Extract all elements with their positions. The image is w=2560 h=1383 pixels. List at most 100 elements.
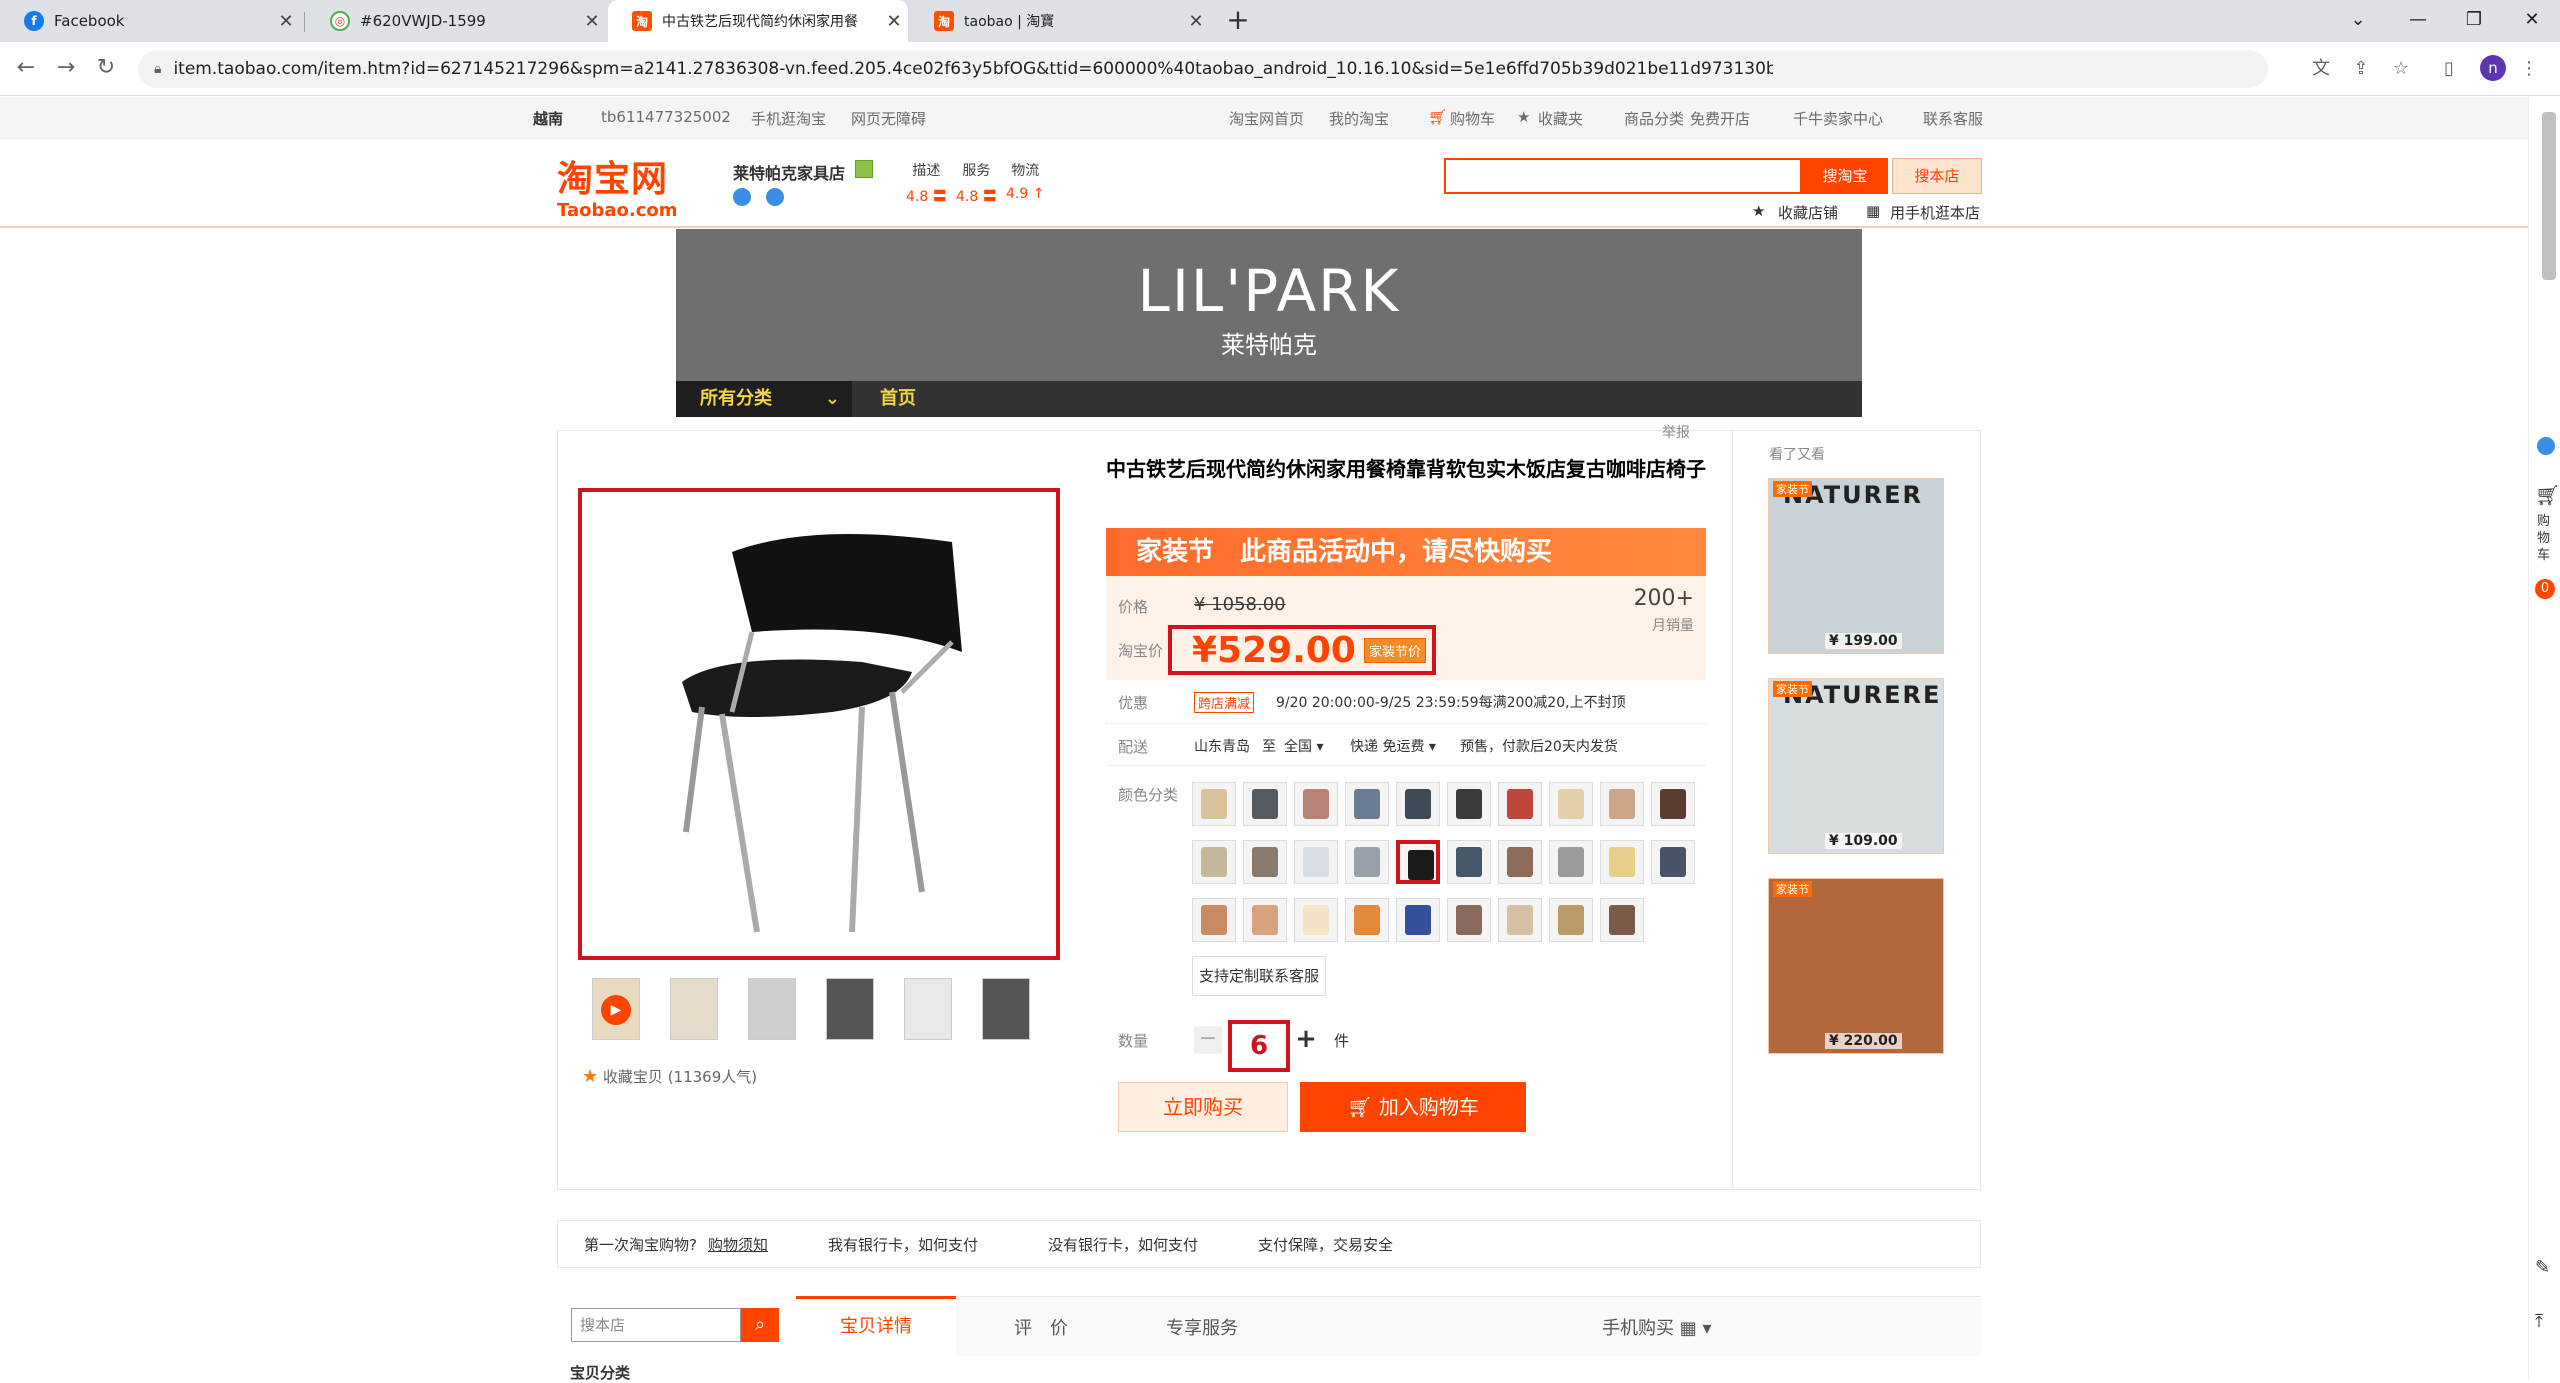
- main-product-image[interactable]: [578, 488, 1060, 960]
- feedback-icon[interactable]: ✎: [2535, 1257, 2550, 1278]
- color-swatch[interactable]: [1294, 782, 1338, 826]
- side-cart-label[interactable]: 购物车: [2537, 513, 2553, 564]
- color-swatch[interactable]: [1243, 782, 1287, 826]
- shopping-guide-link[interactable]: 购物须知: [708, 1234, 768, 1255]
- tab-service[interactable]: 专享服务: [1166, 1314, 1238, 1340]
- new-tab-button[interactable]: +: [1222, 4, 1254, 36]
- tab-search-icon[interactable]: ⌄: [2330, 0, 2386, 40]
- tab-facebook[interactable]: f Facebook ✕: [0, 0, 300, 42]
- seller-center-link[interactable]: 千牛卖家中心: [1793, 108, 1883, 129]
- side-panel-icon[interactable]: ▯: [2436, 56, 2462, 82]
- accessibility-link[interactable]: 网页无障碍: [851, 108, 926, 129]
- color-swatch[interactable]: [1498, 840, 1542, 884]
- color-swatch[interactable]: [1498, 782, 1542, 826]
- search-input[interactable]: [1444, 158, 1802, 194]
- color-swatch[interactable]: [1447, 840, 1491, 884]
- color-swatch[interactable]: [1345, 782, 1389, 826]
- cart-link[interactable]: 购物车: [1450, 108, 1495, 129]
- shop-name[interactable]: 莱特帕克家具店: [733, 160, 845, 184]
- have-card-link[interactable]: 我有银行卡，如何支付: [828, 1234, 978, 1255]
- buy-now-button[interactable]: 立即购买: [1118, 1082, 1288, 1132]
- color-swatch[interactable]: [1651, 840, 1695, 884]
- favorites-link[interactable]: 收藏夹: [1538, 108, 1583, 129]
- report-link[interactable]: 举报: [1662, 422, 1690, 442]
- color-swatch[interactable]: [1498, 898, 1542, 942]
- quantity-decrease-button[interactable]: −: [1194, 1026, 1222, 1054]
- scrollbar-thumb[interactable]: [2542, 112, 2556, 280]
- custom-service-button[interactable]: 支持定制联系客服: [1192, 956, 1326, 996]
- favorite-shop-link[interactable]: 收藏店铺: [1778, 202, 1838, 223]
- close-icon[interactable]: ✕: [880, 11, 908, 32]
- ship-to-select[interactable]: 全国 ▾: [1284, 736, 1323, 756]
- profile-avatar[interactable]: n: [2480, 55, 2506, 81]
- open-shop-link[interactable]: 免费开店: [1690, 108, 1750, 129]
- reload-icon[interactable]: ↻: [92, 54, 120, 82]
- close-icon[interactable]: ✕: [272, 11, 300, 32]
- color-swatch[interactable]: [1192, 898, 1236, 942]
- thumbnail-video[interactable]: ▶: [592, 978, 640, 1040]
- search-taobao-button[interactable]: 搜淘宝: [1802, 158, 1888, 194]
- close-window-icon[interactable]: ✕: [2504, 0, 2560, 40]
- restore-icon[interactable]: ❐: [2446, 0, 2502, 40]
- color-swatch[interactable]: [1600, 840, 1644, 884]
- recommend-item[interactable]: 家装节 ¥ 220.00: [1768, 878, 1944, 1054]
- back-icon[interactable]: ←: [12, 54, 40, 82]
- tab-ticket[interactable]: ◎ #620VWJD-1599 ✕: [306, 0, 606, 42]
- color-swatch[interactable]: [1447, 898, 1491, 942]
- tab-detail[interactable]: 宝贝详情: [796, 1296, 956, 1356]
- nav-home[interactable]: 首页: [880, 381, 916, 417]
- recommend-item[interactable]: NATURER 家装节 ¥ 199.00: [1768, 478, 1944, 654]
- search-icon[interactable]: ⌕: [741, 1308, 779, 1342]
- tab-mobile-buy[interactable]: 手机购买 ▦ ▾: [1602, 1314, 1712, 1340]
- user-link[interactable]: tb611477325002: [601, 108, 731, 126]
- mobile-shop-link[interactable]: 用手机逛本店: [1890, 202, 1980, 223]
- shop-search-input[interactable]: 搜本店: [571, 1308, 741, 1342]
- assistant-icon[interactable]: [2537, 437, 2555, 455]
- color-swatch[interactable]: [1345, 898, 1389, 942]
- color-swatch[interactable]: [1192, 840, 1236, 884]
- color-swatch[interactable]: [1549, 840, 1593, 884]
- thumbnail[interactable]: [982, 978, 1030, 1040]
- thumbnail[interactable]: [904, 978, 952, 1040]
- ship-method[interactable]: 快递 免运费 ▾: [1350, 736, 1436, 756]
- tab-review[interactable]: 评 价: [1014, 1314, 1068, 1340]
- translate-icon[interactable]: 文: [2308, 56, 2334, 82]
- search-shop-button[interactable]: 搜本店: [1892, 158, 1982, 194]
- color-swatch[interactable]: [1192, 782, 1236, 826]
- quantity-increase-button[interactable]: +: [1294, 1026, 1318, 1054]
- recommend-item[interactable]: NATURERE 家装节 ¥ 109.00: [1768, 678, 1944, 854]
- back-to-top-icon[interactable]: ⤒: [2535, 1311, 2543, 1332]
- thumbnail[interactable]: [826, 978, 874, 1040]
- taobao-logo[interactable]: 淘宝网 Taobao.com: [557, 150, 697, 221]
- color-swatch[interactable]: [1243, 840, 1287, 884]
- close-icon[interactable]: ✕: [578, 11, 606, 32]
- quantity-input[interactable]: 6: [1228, 1020, 1290, 1072]
- categories-link[interactable]: 商品分类: [1624, 108, 1684, 129]
- all-categories-menu[interactable]: 所有分类 ⌄: [676, 381, 852, 417]
- add-to-cart-button[interactable]: 🛒︎ 加入购物车: [1300, 1082, 1526, 1132]
- color-swatch[interactable]: [1549, 898, 1593, 942]
- thumbnail[interactable]: [748, 978, 796, 1040]
- region-selector[interactable]: 越南: [533, 108, 563, 129]
- color-swatch[interactable]: [1447, 782, 1491, 826]
- promo-badge[interactable]: 跨店满减: [1194, 692, 1255, 713]
- color-swatch[interactable]: [1294, 898, 1338, 942]
- tab-taobao[interactable]: 淘 taobao | 淘寶 ✕: [910, 0, 1210, 42]
- color-swatch[interactable]: [1396, 782, 1440, 826]
- cart-icon[interactable]: 🛒︎: [2535, 483, 2560, 507]
- bookmark-star-icon[interactable]: ☆: [2388, 56, 2414, 82]
- tab-product[interactable]: 淘 中古铁艺后现代简约休闲家用餐 ✕: [608, 0, 908, 42]
- color-swatch[interactable]: [1549, 782, 1593, 826]
- color-swatch[interactable]: [1243, 898, 1287, 942]
- address-bar[interactable]: 🔒︎ item.taobao.com/item.htm?id=627145217…: [138, 50, 2268, 88]
- my-taobao-link[interactable]: 我的淘宝: [1329, 108, 1389, 129]
- minimize-icon[interactable]: —: [2390, 0, 2446, 40]
- thumbnail[interactable]: [670, 978, 718, 1040]
- menu-icon[interactable]: ⋮: [2516, 56, 2542, 82]
- color-swatch[interactable]: [1345, 840, 1389, 884]
- favorite-item[interactable]: ★ 收藏宝贝 (11369人气): [582, 1066, 757, 1087]
- close-icon[interactable]: ✕: [1182, 11, 1210, 32]
- no-card-link[interactable]: 没有银行卡，如何支付: [1048, 1234, 1198, 1255]
- mobile-link[interactable]: 手机逛淘宝: [751, 108, 826, 129]
- color-swatch-selected[interactable]: [1396, 840, 1440, 884]
